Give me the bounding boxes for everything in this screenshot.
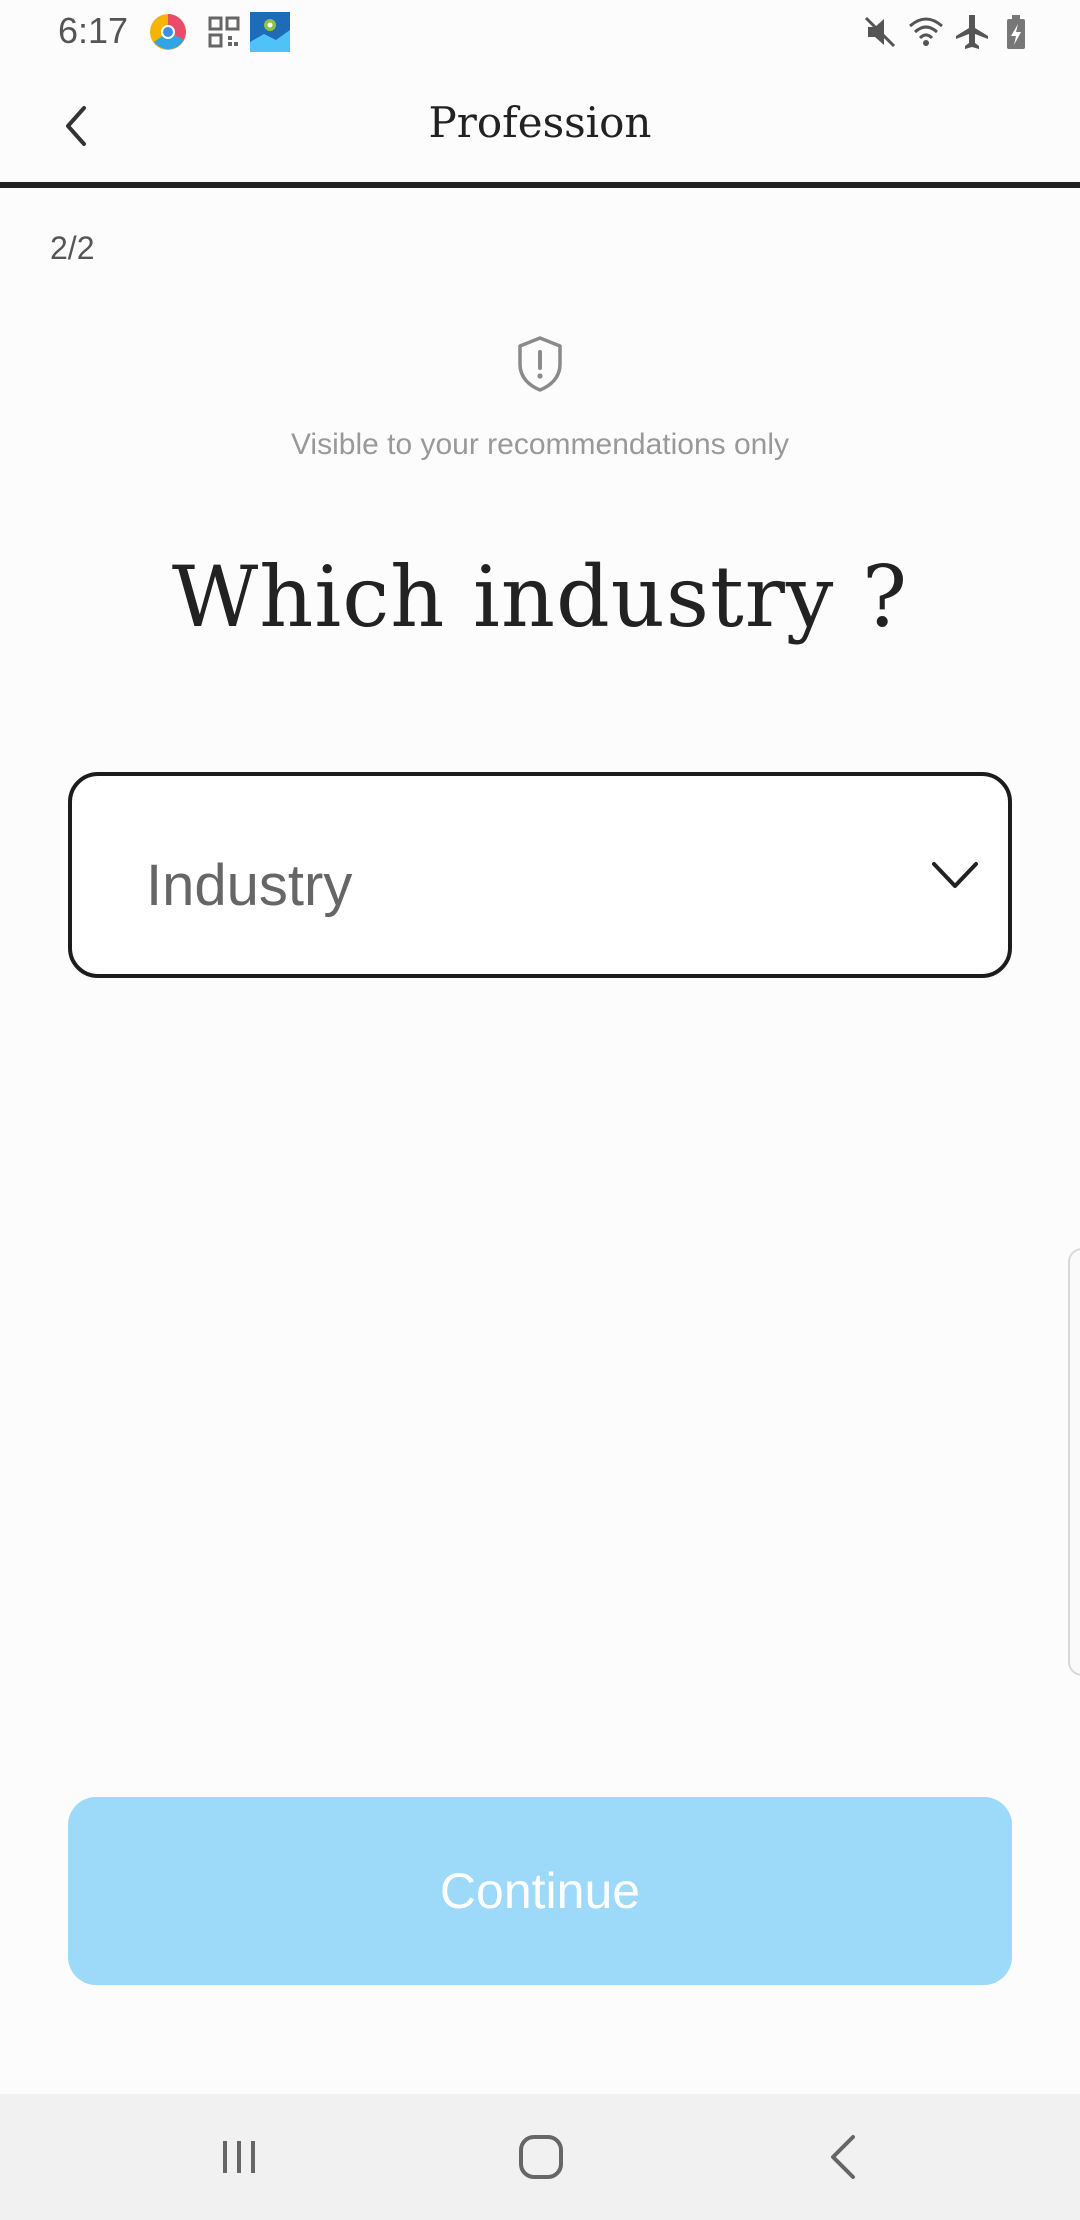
chevron-down-icon — [932, 862, 978, 888]
app-header: Profession — [0, 64, 1080, 188]
home-icon — [519, 2135, 563, 2179]
industry-dropdown-placeholder: Industry — [146, 853, 353, 918]
page-title: Profession — [428, 98, 652, 147]
back-icon — [831, 2135, 855, 2179]
chrome-like-app-icon — [150, 14, 186, 50]
industry-dropdown[interactable]: Industry — [68, 772, 1012, 978]
status-bar: 6:17 — [0, 0, 1080, 64]
question-heading: Which industry ? — [171, 548, 909, 646]
visibility-note: Visible to your recommendations only — [290, 428, 790, 461]
recent-apps-icon — [223, 2141, 255, 2173]
home-button[interactable] — [506, 2122, 576, 2192]
edge-panel-handle[interactable] — [1068, 1248, 1080, 1676]
continue-button[interactable]: Continue — [68, 1797, 1012, 1985]
qr-code-icon — [208, 16, 240, 48]
status-time: 6:17 — [58, 10, 129, 51]
step-indicator: 2/2 — [50, 230, 95, 266]
mute-icon — [864, 16, 896, 48]
system-back-button[interactable] — [808, 2122, 878, 2192]
wifi-icon — [909, 17, 943, 46]
shield-alert-icon — [518, 336, 562, 392]
airplane-mode-icon — [956, 15, 988, 49]
maps-app-icon — [250, 12, 290, 52]
battery-charging-icon — [1007, 15, 1025, 49]
recent-apps-button[interactable] — [204, 2122, 274, 2192]
system-nav-bar — [0, 2094, 1080, 2220]
